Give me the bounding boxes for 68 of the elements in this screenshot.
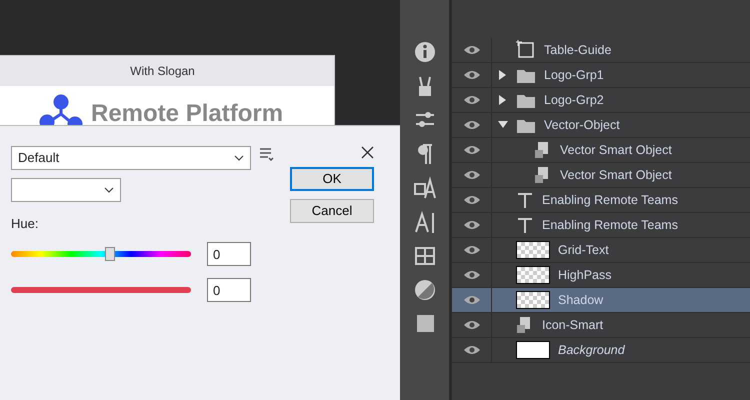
eye-icon[interactable] [462,343,480,357]
disclosure-triangle-icon[interactable] [498,70,508,80]
eye-icon[interactable] [462,243,480,257]
layer-thumbnail [516,266,550,284]
glyph-icon[interactable] [412,176,436,200]
contrast-icon[interactable] [412,278,436,302]
eye-icon[interactable] [462,93,480,107]
grid-icon[interactable] [412,244,436,268]
layer-name: Icon-Smart [542,316,604,334]
layer-name: Vector Smart Object [560,166,672,184]
layer-name: Shadow [558,292,604,309]
hue-label: Hue: [11,215,40,233]
layer-name: Logo-Grp1 [544,66,604,84]
layer-thumbnail [516,241,550,259]
eye-icon[interactable] [462,68,480,82]
layer-row[interactable]: Logo-Grp1 [452,63,750,88]
logo-text: Remote Platform [91,99,284,129]
layer-name: Logo-Grp2 [544,92,604,109]
value-input[interactable]: 0 [207,278,251,302]
eye-icon[interactable] [462,43,480,57]
eye-icon[interactable] [462,268,480,282]
layer-row[interactable]: Background [452,338,750,363]
eye-icon[interactable] [462,293,480,307]
layer-row[interactable]: Shadow [452,288,750,313]
layer-name: Table-Guide [544,42,612,59]
text-layer-icon [516,216,534,234]
eye-icon[interactable] [462,218,480,232]
layer-row[interactable]: Enabling Remote Teams [452,188,750,213]
layer-row[interactable]: Logo-Grp2 [452,88,750,113]
character-icon[interactable] [412,210,436,234]
layer-name: Enabling Remote Teams [542,192,678,209]
layer-thumbnail [516,291,550,309]
eye-icon[interactable] [462,143,480,157]
layer-thumbnail [516,341,550,359]
preset-dropdown[interactable]: Default [11,146,251,170]
close-icon [361,146,374,159]
frame-icon [516,40,536,60]
layer-name: Vector-Object [544,116,620,134]
cancel-button[interactable]: Cancel [290,199,374,223]
layer-row[interactable]: Vector Smart Object [452,163,750,188]
hue-input[interactable]: 0 [207,242,251,266]
layer-row[interactable]: Vector Smart Object [452,138,750,163]
layer-row[interactable]: Enabling Remote Teams [452,213,750,238]
info-icon[interactable] [412,40,436,64]
slider-thumb[interactable] [105,246,115,260]
text-layer-icon [516,191,534,209]
layer-row[interactable]: Icon-Smart [452,313,750,338]
window-title: With Slogan [130,64,195,78]
disclosure-triangle-icon[interactable] [498,95,508,105]
layer-name: Vector Smart Object [560,142,672,159]
layer-row[interactable]: Grid-Text [452,238,750,263]
options-icon [259,146,274,161]
eye-icon[interactable] [462,193,480,207]
caret-icon [234,154,244,162]
disclosure-triangle-icon[interactable] [498,120,508,130]
caret-icon [104,186,114,194]
eye-icon[interactable] [462,168,480,182]
layer-row[interactable]: Table-Guide [452,38,750,63]
mode-dropdown[interactable] [11,178,121,202]
layer-name: Grid-Text [558,242,609,259]
layer-name: Background [558,342,625,359]
layer-name: HighPass [558,266,612,284]
layer-row[interactable]: Vector-Object [452,113,750,138]
eye-icon[interactable] [462,118,480,132]
ok-button[interactable]: OK [290,167,374,191]
layer-name: Enabling Remote Teams [542,216,678,234]
eye-icon[interactable] [462,318,480,332]
hue-slider[interactable] [11,246,191,262]
